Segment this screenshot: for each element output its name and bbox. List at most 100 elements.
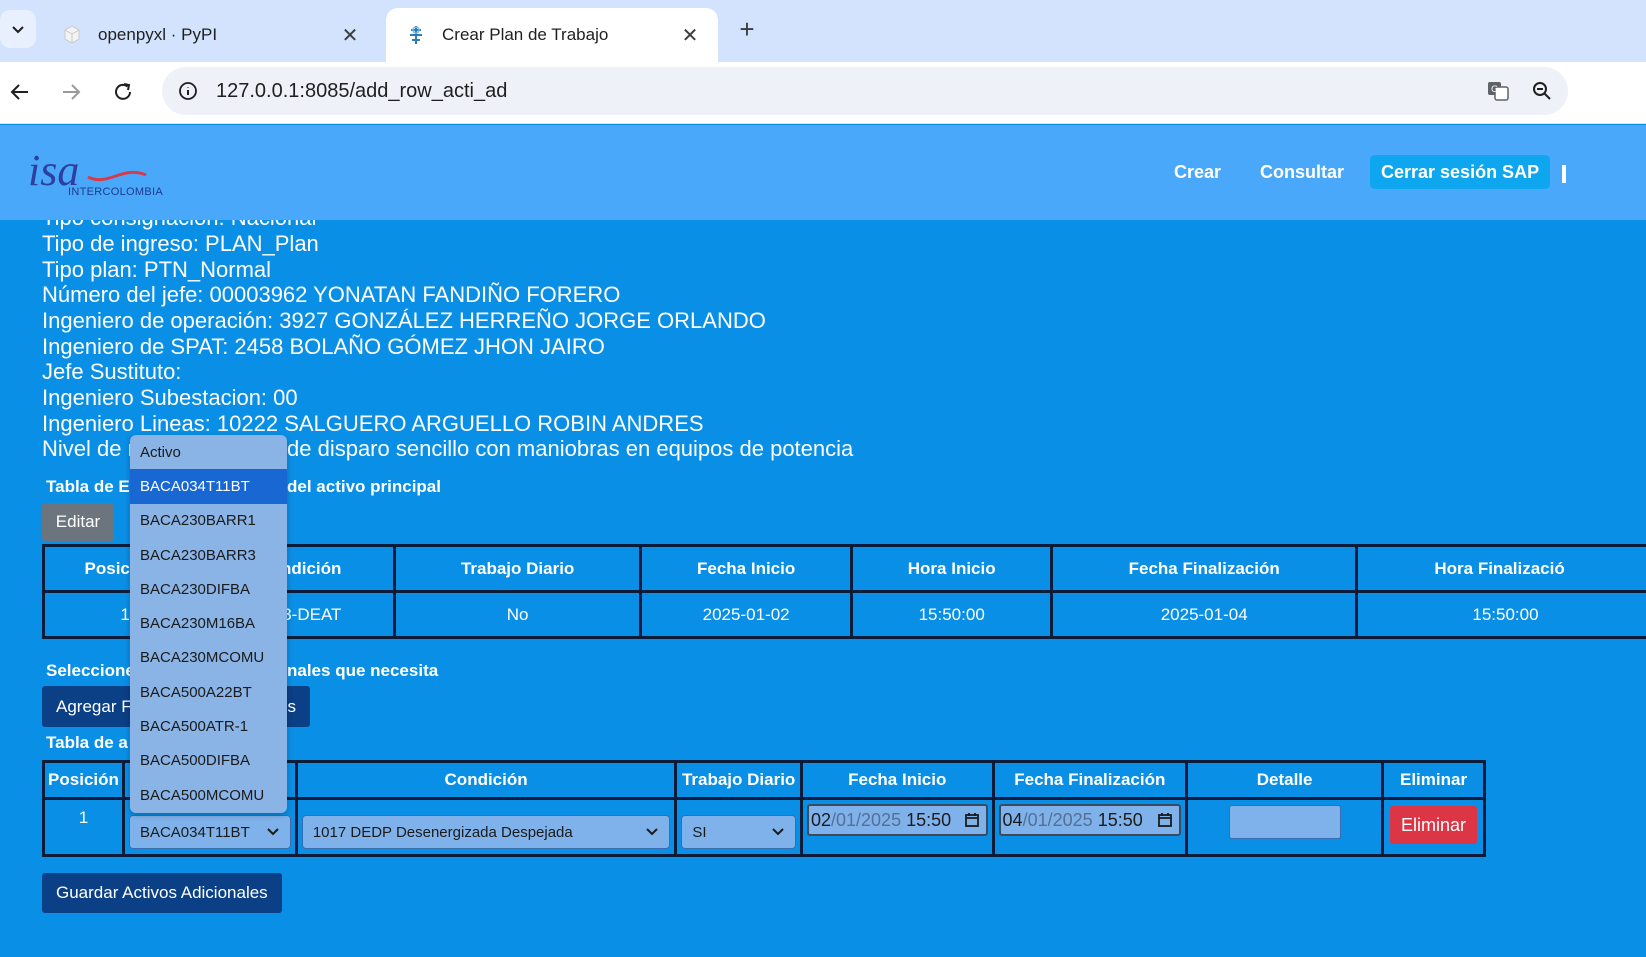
site-favicon-icon: [404, 23, 428, 47]
col-fecha-inicio: Fecha Inicio: [799, 760, 995, 800]
new-tab-plus-icon[interactable]: +: [732, 14, 762, 44]
info-tipo-plan: Tipo plan: PTN_Normal: [42, 257, 272, 282]
start-datetime-input[interactable]: 02/01/2025 15:50: [806, 804, 988, 836]
col-trabajo-diario: Trabajo Diario: [674, 760, 803, 800]
select-label-right: nales que necesita: [287, 661, 439, 680]
cell-condicion: 1017 DEDP Desenergizada Despejada: [294, 797, 678, 857]
cell-fecha-inicio: 2025-01-02: [638, 590, 854, 639]
cell-eliminar: Eliminar: [1381, 797, 1486, 857]
start-year: 2025: [861, 809, 902, 830]
col-trabajo-diario: Trabajo Diario: [393, 544, 642, 593]
tab-search-button[interactable]: [0, 10, 36, 48]
dropdown-option[interactable]: BACA500MCOMU: [130, 778, 287, 812]
info-nivel-right: de disparo sencillo con maniobras en equ…: [287, 436, 854, 461]
nav-overflow-edge: [1562, 165, 1566, 183]
condition-select-value: 1017 DEDP Desenergizada Despejada: [312, 823, 573, 841]
end-day: 04: [1002, 809, 1023, 830]
app-header: isa INTERCOLOMBIA Crear Consultar Cerrar…: [0, 125, 1646, 220]
cell-hora-finalizacion: 15:50:00: [1355, 590, 1646, 639]
cell-fecha-finalizacion: 04/01/2025 15:50: [991, 797, 1189, 857]
nav-consultar[interactable]: Consultar: [1260, 162, 1344, 183]
start-day: 02: [810, 809, 831, 830]
asset-select[interactable]: BACA034T11BT: [128, 815, 291, 849]
back-arrow-icon[interactable]: [2, 74, 38, 110]
dropdown-option[interactable]: BACA500DIFBA: [130, 744, 287, 778]
additional-table-label: Tabla de a: [46, 733, 128, 752]
select-label-left: Seleccione: [46, 661, 135, 680]
cell-hora-inicio: 15:50:00: [850, 590, 1053, 639]
tab-title: Crear Plan de Trabajo: [442, 25, 609, 44]
edit-button[interactable]: Editar: [42, 503, 114, 541]
chevron-down-icon: [12, 26, 24, 34]
dropdown-option[interactable]: BACA230MCOMU: [130, 641, 287, 675]
col-posicion: Posic: [42, 544, 133, 593]
info-jefe-sustituto: Jefe Sustituto:: [42, 359, 182, 384]
browser-toolbar: 127.0.0.1:8085/add_row_acti_ad G: [0, 62, 1646, 124]
dropdown-option[interactable]: BACA230BARR3: [130, 538, 287, 572]
calendar-icon[interactable]: [1157, 812, 1173, 828]
daily-work-select[interactable]: SI: [681, 815, 796, 849]
cell-posicion: 1: [42, 797, 125, 857]
delete-button[interactable]: Eliminar: [1390, 806, 1477, 844]
forward-arrow-icon[interactable]: [53, 74, 89, 110]
col-eliminar: Eliminar: [1381, 760, 1486, 800]
save-additional-assets-button[interactable]: Guardar Activos Adicionales: [42, 873, 282, 913]
col-fecha-inicio: Fecha Inicio: [638, 544, 854, 593]
end-time: 15:50: [1097, 809, 1143, 830]
info-ingeniero-spat: Ingeniero de SPAT: 2458 BOLAÑO GÓMEZ JHO…: [42, 334, 605, 359]
site-info-icon[interactable]: [166, 81, 210, 101]
browser-tab-bar: openpyxl · PyPI ✕ Crear Plan de Trabajo …: [0, 0, 1646, 62]
svg-text:G: G: [1491, 85, 1498, 95]
pypi-favicon-icon: [60, 23, 84, 47]
info-ingeniero-operacion: Ingeniero de operación: 3927 GONZÁLEZ HE…: [42, 308, 766, 333]
calendar-icon[interactable]: [964, 812, 980, 828]
cell-trabajo-diario: SI: [674, 797, 803, 857]
start-time: 15:50: [906, 809, 952, 830]
info-tipo-consignacion: Tipo consignación: Nacional: [42, 220, 316, 231]
asset-select-value: BACA034T11BT: [139, 823, 250, 841]
condition-select[interactable]: 1017 DEDP Desenergizada Despejada: [301, 815, 671, 849]
asset-dropdown-list[interactable]: Activo BACA034T11BT BACA230BARR1 BACA230…: [130, 435, 287, 813]
cell-trabajo-diario: No: [393, 590, 642, 639]
start-month: 01: [835, 809, 857, 830]
cell-posicion: 1: [42, 590, 133, 639]
col-detalle: Detalle: [1185, 760, 1385, 800]
reload-icon[interactable]: [105, 74, 141, 110]
detail-input[interactable]: [1228, 805, 1341, 839]
dropdown-option[interactable]: BACA500ATR-1: [130, 709, 287, 743]
tab-openpyxl[interactable]: openpyxl · PyPI ✕: [42, 8, 378, 62]
col-hora-finalizacion: Hora Finalizació: [1355, 544, 1646, 593]
cell-fecha-finalizacion: 2025-01-04: [1049, 590, 1359, 639]
logout-sap-button[interactable]: Cerrar sesión SAP: [1370, 155, 1551, 189]
end-year: 2025: [1052, 809, 1093, 830]
col-posicion: Posición: [42, 760, 125, 800]
tab-title: openpyxl · PyPI: [98, 25, 218, 44]
dropdown-option[interactable]: BACA230BARR1: [130, 504, 287, 538]
zoom-icon[interactable]: [1524, 73, 1560, 109]
dropdown-option[interactable]: Activo: [130, 435, 287, 469]
logo-subtitle: INTERCOLOMBIA: [68, 186, 163, 198]
close-icon[interactable]: ✕: [680, 23, 700, 48]
col-fecha-finalizacion: Fecha Finalización: [991, 760, 1189, 800]
tab-crear-plan[interactable]: Crear Plan de Trabajo ✕: [386, 8, 718, 62]
info-tipo-ingreso: Tipo de ingreso: PLAN_Plan: [42, 231, 319, 256]
dropdown-option[interactable]: BACA500A22BT: [130, 675, 287, 709]
translate-icon[interactable]: G: [1480, 73, 1516, 109]
cell-fecha-inicio: 02/01/2025 15:50: [799, 797, 995, 857]
end-month: 01: [1027, 809, 1048, 830]
chevron-down-icon: [772, 828, 784, 836]
col-condicion: Condición: [294, 760, 678, 800]
address-bar[interactable]: 127.0.0.1:8085/add_row_acti_ad G: [162, 67, 1568, 115]
daily-work-value: SI: [692, 823, 707, 841]
chevron-down-icon: [267, 828, 279, 836]
info-ingeniero-lineas: Ingeniero Lineas: 10222 SALGUERO ARGUELL…: [42, 411, 704, 436]
dropdown-option-selected[interactable]: BACA034T11BT: [130, 469, 287, 504]
cell-detalle: [1185, 797, 1385, 857]
dropdown-option[interactable]: BACA230DIFBA: [130, 572, 287, 606]
end-datetime-input[interactable]: 04/01/2025 15:50: [998, 804, 1182, 836]
dropdown-option[interactable]: BACA230M16BA: [130, 606, 287, 640]
chevron-down-icon: [646, 828, 659, 836]
url-text: 127.0.0.1:8085/add_row_acti_ad: [216, 79, 508, 102]
nav-crear[interactable]: Crear: [1174, 162, 1221, 183]
close-icon[interactable]: ✕: [340, 23, 360, 48]
